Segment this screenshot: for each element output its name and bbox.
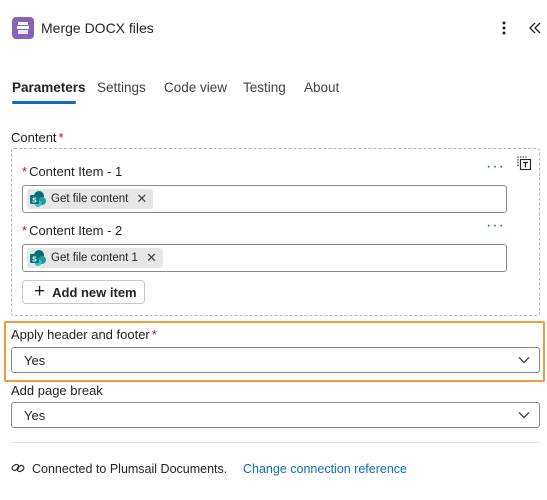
divider — [11, 442, 540, 443]
content-item-2-input[interactable]: S Get file content 1 ✕ — [22, 244, 507, 272]
tab-bar: Parameters Settings Code view Testing Ab… — [0, 76, 547, 106]
sharepoint-icon: S — [30, 250, 46, 266]
required-mark: * — [151, 327, 157, 342]
token-chip[interactable]: S Get file content 1 ✕ — [27, 248, 163, 268]
switch-to-text-mode-icon[interactable] — [516, 155, 532, 171]
tab-testing[interactable]: Testing — [243, 80, 286, 106]
content-label: Content * — [11, 130, 64, 145]
content-item-2-label: * Content Item - 2 — [22, 223, 123, 238]
collapse-panel-button[interactable] — [525, 17, 545, 39]
apply-header-footer-label: Apply header and footer * — [11, 327, 157, 342]
tab-code-view[interactable]: Code view — [164, 80, 227, 106]
content-item-1-label: * Content Item - 1 — [22, 164, 123, 179]
more-vertical-icon — [502, 21, 506, 35]
more-options-button[interactable] — [495, 17, 513, 39]
token-label: Get file content — [51, 193, 129, 205]
document-stack-icon — [12, 17, 34, 39]
connection-status-text: Connected to Plumsail Documents. — [32, 462, 228, 476]
remove-token-icon[interactable]: ✕ — [146, 250, 157, 266]
panel-title: Merge DOCX files — [41, 20, 154, 36]
add-page-break-dropdown[interactable]: Yes — [11, 402, 540, 428]
plus-icon: + — [34, 281, 46, 302]
item-1-more-button[interactable]: ··· — [486, 159, 505, 175]
content-item-1-input[interactable]: S Get file content ✕ — [22, 185, 507, 213]
double-chevron-left-icon — [529, 22, 541, 34]
item-2-more-button[interactable]: ··· — [486, 218, 505, 234]
active-tab-indicator — [12, 101, 76, 104]
panel-header: Merge DOCX files — [0, 0, 547, 58]
tab-settings[interactable]: Settings — [97, 80, 146, 106]
add-new-item-button[interactable]: + Add new item — [22, 280, 145, 304]
sharepoint-icon: S — [30, 191, 46, 207]
required-mark: * — [58, 130, 64, 145]
required-mark: * — [22, 223, 28, 238]
token-label: Get file content 1 — [51, 252, 138, 264]
tab-about[interactable]: About — [304, 80, 339, 106]
link-icon — [11, 463, 25, 473]
required-mark: * — [22, 164, 28, 179]
change-connection-link[interactable]: Change connection reference — [243, 462, 407, 476]
add-page-break-label: Add page break — [11, 383, 103, 398]
chevron-down-icon — [518, 412, 530, 419]
svg-text:S: S — [32, 255, 37, 263]
dropdown-value: Yes — [24, 408, 46, 423]
chevron-down-icon — [518, 357, 530, 364]
token-chip[interactable]: S Get file content ✕ — [27, 189, 154, 209]
dropdown-value: Yes — [24, 353, 46, 368]
apply-header-footer-dropdown[interactable]: Yes — [11, 347, 540, 373]
svg-text:S: S — [32, 196, 37, 204]
remove-token-icon[interactable]: ✕ — [136, 191, 147, 207]
